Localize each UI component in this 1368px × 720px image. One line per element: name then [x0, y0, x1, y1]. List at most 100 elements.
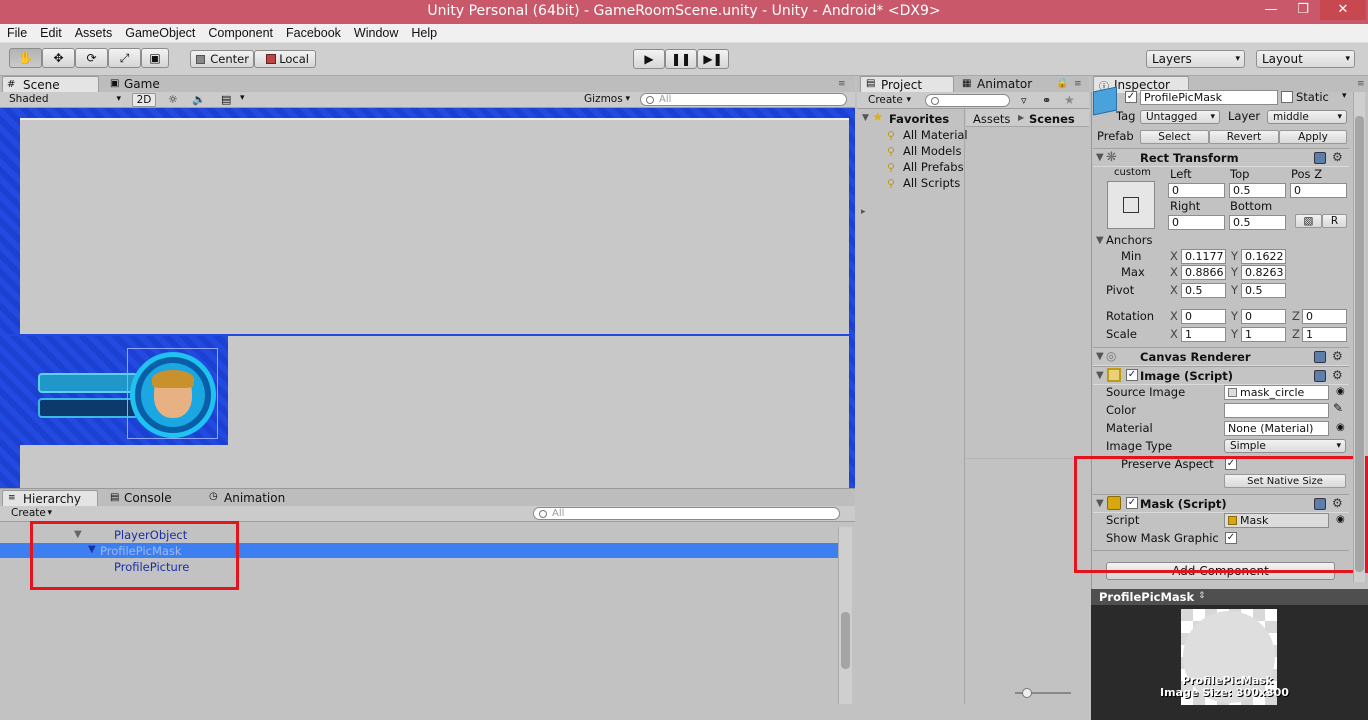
audio-icon[interactable]: 🔉 [192, 93, 206, 106]
filter-label-icon[interactable]: ⚭ [1042, 94, 1051, 107]
preview-menu-icon[interactable]: ⇕ [1198, 591, 1206, 601]
source-image-field[interactable]: mask_circle [1224, 385, 1329, 400]
canvas-renderer-fold-icon[interactable]: ▼ [1096, 351, 1104, 362]
tab-hierarchy[interactable]: Hierarchy [2, 490, 98, 507]
scale-x-field[interactable]: 1 [1181, 327, 1226, 342]
image-type-dropdown[interactable]: Simple [1224, 439, 1346, 453]
favorite-all-models[interactable]: All Models [903, 144, 961, 158]
gear-icon[interactable]: ⚙ [1332, 350, 1343, 362]
anchor-min-y-field[interactable]: 0.1622 [1241, 249, 1286, 264]
rotation-z-field[interactable]: 0 [1302, 309, 1347, 324]
eyedropper-icon[interactable]: ✎ [1333, 401, 1343, 415]
tab-scene[interactable]: Scene [2, 76, 99, 93]
rect-transform-fold-icon[interactable]: ▼ [1096, 152, 1104, 163]
menu-gameobject[interactable]: GameObject [118, 24, 201, 42]
active-checkbox[interactable]: ✓ [1125, 91, 1137, 103]
object-picker-icon[interactable]: ◉ [1336, 386, 1345, 397]
gear-icon[interactable]: ⚙ [1332, 369, 1343, 381]
menu-edit[interactable]: Edit [33, 24, 68, 42]
prefab-select-button[interactable]: Select [1140, 130, 1209, 144]
rotation-x-field[interactable]: 0 [1181, 309, 1226, 324]
color-field[interactable] [1224, 403, 1329, 418]
pivot-y-field[interactable]: 0.5 [1241, 283, 1286, 298]
posz-field[interactable]: 0 [1290, 183, 1347, 198]
image-script-fold-icon[interactable]: ▼ [1096, 370, 1104, 381]
minimize-icon[interactable]: — [1258, 0, 1284, 20]
project-create-dropdown[interactable]: Create [863, 94, 915, 108]
filter-type-icon[interactable]: ▿ [1021, 94, 1027, 107]
icon-size-slider-thumb[interactable] [1022, 688, 1032, 698]
inspector-scrollbar[interactable] [1353, 92, 1365, 582]
menu-window[interactable]: Window [347, 24, 404, 42]
tag-dropdown[interactable]: Untagged [1140, 110, 1220, 124]
anchor-max-y-field[interactable]: 0.8263 [1241, 265, 1286, 280]
left-field[interactable]: 0 [1168, 183, 1225, 198]
help-icon[interactable] [1314, 351, 1326, 363]
layers-dropdown[interactable]: Layers [1146, 50, 1245, 68]
gear-icon[interactable]: ⚙ [1332, 151, 1343, 163]
favorite-all-scripts[interactable]: All Scripts [903, 176, 960, 190]
static-checkbox[interactable] [1281, 91, 1293, 103]
move-tool-icon[interactable]: ✥ [42, 48, 75, 68]
hierarchy-scroll-thumb[interactable] [841, 612, 850, 669]
scene-view[interactable] [0, 108, 855, 488]
project-search-input[interactable] [925, 94, 1010, 107]
menu-assets[interactable]: Assets [68, 24, 119, 42]
toggle-2d-button[interactable]: 2D [132, 93, 156, 107]
blueprint-mode-button[interactable]: ▧ [1295, 214, 1322, 228]
rect-tool-icon[interactable]: ▣ [141, 48, 169, 68]
anchor-preset-button[interactable] [1107, 181, 1155, 229]
hierarchy-search-input[interactable]: All [533, 507, 840, 520]
close-icon[interactable]: ✕ [1320, 0, 1366, 20]
favorites-expand-icon[interactable]: ▼ [862, 113, 869, 123]
material-field[interactable]: None (Material) [1224, 421, 1329, 436]
shading-dropdown[interactable]: Shaded [4, 93, 125, 107]
menu-facebook[interactable]: Facebook [279, 24, 347, 42]
restore-icon[interactable]: ❐ [1290, 0, 1316, 20]
tab-animation[interactable]: Animation [204, 490, 304, 507]
prefab-revert-button[interactable]: Revert [1209, 130, 1279, 144]
hierarchy-create-dropdown[interactable]: Create [6, 507, 56, 521]
static-dropdown-icon[interactable]: ▾ [1342, 91, 1347, 101]
project-lock-icon[interactable]: 🔒 [1056, 78, 1068, 89]
pivot-x-field[interactable]: 0.5 [1181, 283, 1226, 298]
scene-search-input[interactable]: All [640, 93, 847, 106]
breadcrumb-scenes[interactable]: Scenes [1029, 112, 1075, 126]
canvas-renderer-header[interactable]: Canvas Renderer [1093, 347, 1349, 366]
layer-dropdown[interactable]: middle [1267, 110, 1347, 124]
menu-component[interactable]: Component [201, 24, 279, 42]
image-enabled-checkbox[interactable]: ✓ [1126, 369, 1138, 381]
scale-tool-icon[interactable]: ⤢ [108, 48, 141, 68]
favorite-star-icon[interactable]: ★ [1064, 93, 1075, 107]
menu-file[interactable]: File [0, 24, 33, 42]
rect-transform-header[interactable]: Rect Transform [1093, 148, 1349, 167]
anchors-fold-icon[interactable]: ▼ [1096, 235, 1104, 246]
rotation-y-field[interactable]: 0 [1241, 309, 1286, 324]
inspector-menu-icon[interactable]: ≡ [1357, 79, 1365, 89]
favorite-all-material[interactable]: All Material [903, 128, 968, 142]
lighting-icon[interactable]: ☼ [168, 93, 178, 106]
help-icon[interactable] [1314, 152, 1326, 164]
top-field[interactable]: 0.5 [1229, 183, 1286, 198]
breadcrumb-assets[interactable]: Assets [973, 112, 1010, 126]
help-icon[interactable] [1314, 370, 1326, 382]
menu-help[interactable]: Help [404, 24, 443, 42]
object-name-field[interactable]: ProfilePicMask [1140, 90, 1278, 105]
favorites-title[interactable]: Favorites [889, 112, 949, 126]
anchor-max-x-field[interactable]: 0.8866 [1181, 265, 1226, 280]
pivot-local-button[interactable]: Local [254, 50, 316, 68]
scene-panel-menu-icon[interactable]: ≡ [838, 79, 846, 89]
layout-dropdown[interactable]: Layout [1256, 50, 1355, 68]
project-menu-icon[interactable]: ≡ [1074, 79, 1082, 89]
bottom-field[interactable]: 0.5 [1229, 215, 1286, 230]
play-button[interactable]: ▶ [633, 49, 665, 69]
right-field[interactable]: 0 [1168, 215, 1225, 230]
hand-tool-icon[interactable]: ✋ [9, 48, 42, 68]
step-button[interactable]: ▶❚ [697, 49, 729, 69]
scale-y-field[interactable]: 1 [1241, 327, 1286, 342]
object-picker-icon[interactable]: ◉ [1336, 422, 1345, 433]
effects-dropdown-icon[interactable]: ▾ [240, 93, 245, 103]
gizmos-dropdown[interactable]: Gizmos [580, 93, 634, 107]
hierarchy-scrollbar[interactable] [838, 527, 852, 704]
effects-icon[interactable]: ▤ [221, 93, 231, 106]
